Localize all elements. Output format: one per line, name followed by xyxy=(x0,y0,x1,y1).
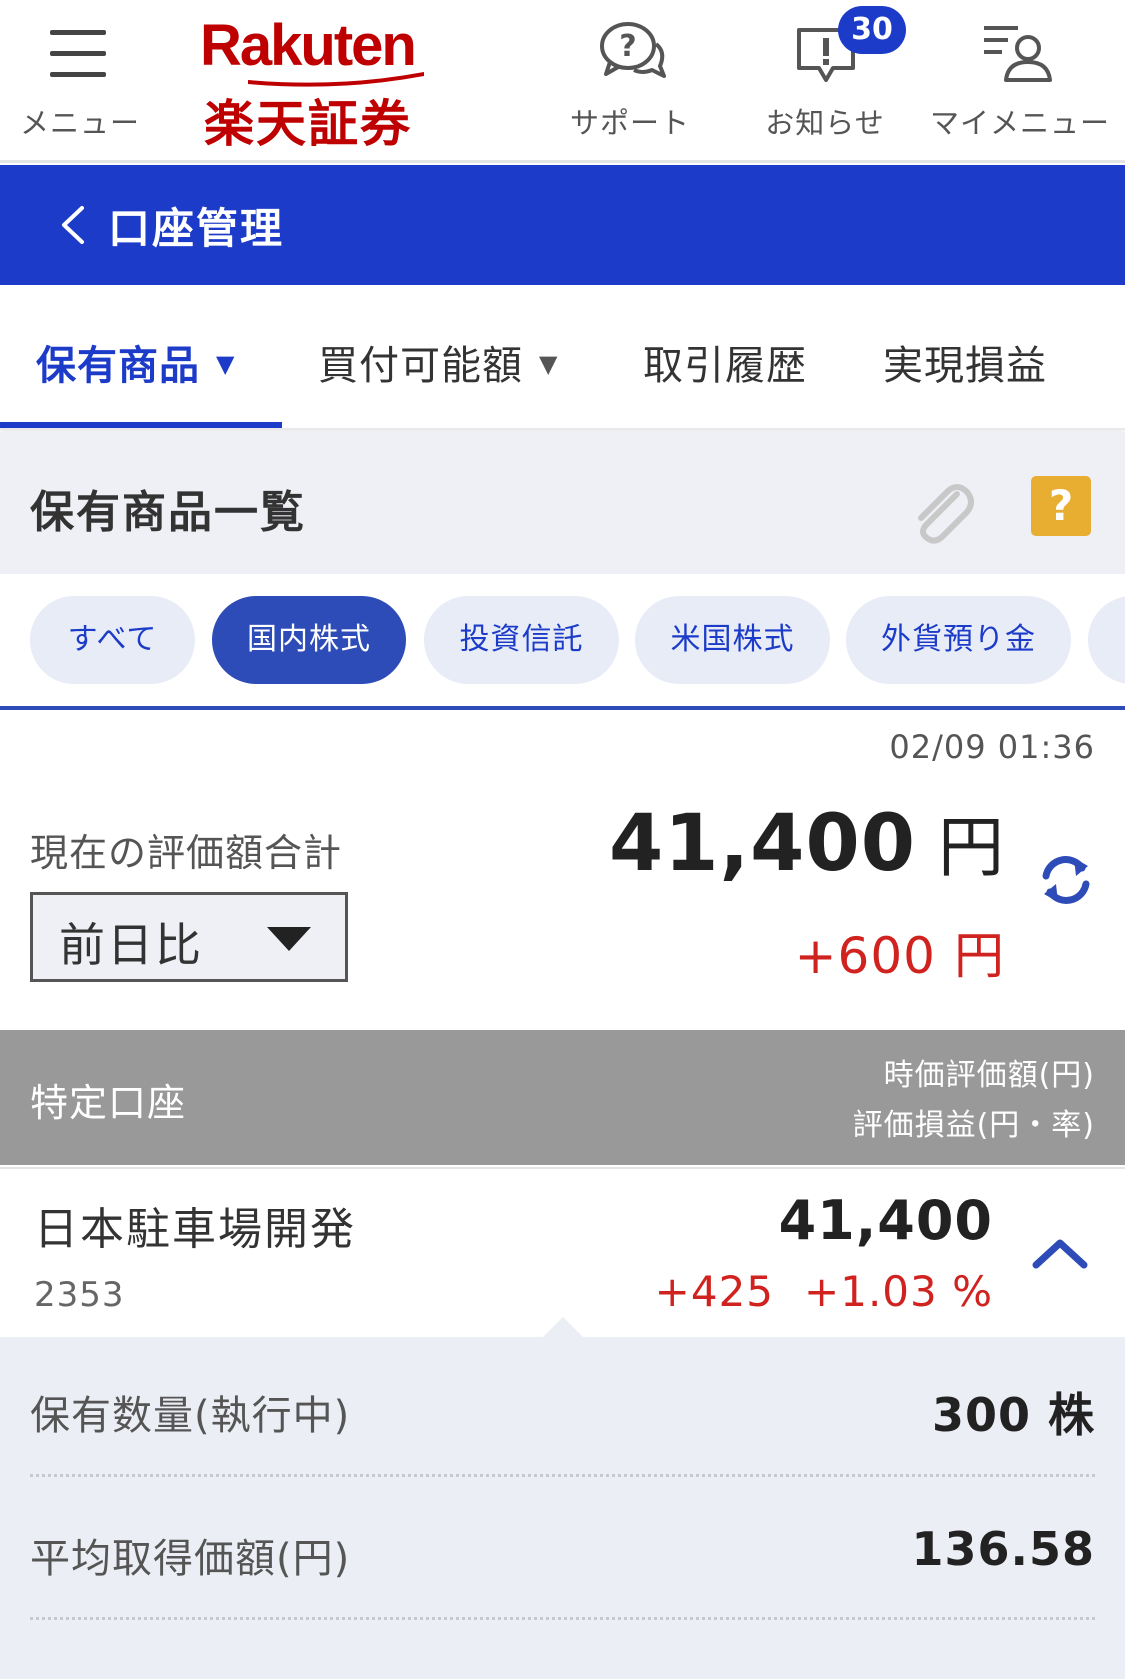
support-button[interactable]: ? サポート xyxy=(560,0,700,160)
rakuten-securities-logo[interactable]: Rakuten 楽天証券 xyxy=(200,12,440,153)
section-title: 保有商品一覧 xyxy=(30,487,306,538)
valuation-summary: 02/09 01:36 現在の評価額合計 41,400 円 前日比 +600 円 xyxy=(0,710,1125,1030)
tab-holdings[interactable]: 保有商品 ▼ xyxy=(36,333,235,391)
detail-label: 保有数量(執行中) xyxy=(30,1393,351,1439)
svg-text:?: ? xyxy=(619,29,636,64)
compare-period-value: 前日比 xyxy=(59,918,203,972)
holding-details-panel: 保有数量(執行中) 300 株 平均取得価額(円) 136.58 xyxy=(0,1317,1125,1679)
news-label: お知らせ xyxy=(765,106,885,140)
category-filter-chips: すべて 国内株式 投資信託 米国株式 外貨預り金 xyxy=(0,574,1125,710)
active-tab-indicator xyxy=(0,422,282,428)
day-change-unit: 円 xyxy=(954,927,1005,985)
stock-name: 日本駐車場開発 xyxy=(34,1204,356,1255)
page-title: 口座管理 xyxy=(108,204,285,253)
hamburger-icon xyxy=(50,30,106,78)
chip-all[interactable]: すべて xyxy=(30,596,195,684)
detail-row-quantity: 保有数量(執行中) 300 株 xyxy=(30,1337,1095,1477)
logo-text-jp: 楽天証券 xyxy=(204,95,412,153)
compare-period-select[interactable]: 前日比 xyxy=(30,892,348,982)
stock-pl-percent: +1.03 % xyxy=(804,1267,993,1316)
panel-pointer xyxy=(541,1317,585,1339)
caret-down-icon: ▼ xyxy=(216,350,236,378)
updated-timestamp: 02/09 01:36 xyxy=(889,728,1095,766)
total-valuation-amount: 41,400 xyxy=(609,799,916,889)
day-change-amount: +600 xyxy=(794,927,936,985)
help-button[interactable]: ? xyxy=(1031,476,1091,536)
stock-market-value: 41,400 xyxy=(778,1189,993,1252)
account-type-header: 特定口座 時価評価額(円) 評価損益(円・率) xyxy=(0,1030,1125,1165)
stock-unrealized-pl: +425 +1.03 % xyxy=(655,1267,993,1316)
tab-trade-history[interactable]: 取引履歴 xyxy=(643,333,807,391)
tab-buying-power[interactable]: 買付可能額 ▼ xyxy=(318,333,558,391)
mymenu-label: マイメニュー xyxy=(930,106,1111,140)
detail-row-avg-cost: 平均取得価額(円) 136.58 xyxy=(30,1480,1095,1620)
tab-realized-pl[interactable]: 実現損益 xyxy=(883,333,1047,391)
chip-domestic-stocks[interactable]: 国内株式 xyxy=(212,596,406,684)
total-valuation-label: 現在の評価額合計 xyxy=(30,831,343,875)
detail-value: 300 株 xyxy=(931,1388,1095,1442)
tab-bar: 保有商品 ▼ 買付可能額 ▼ 取引履歴 実現損益 xyxy=(0,285,1125,430)
support-label: サポート xyxy=(569,106,690,140)
stock-pl-yen: +425 xyxy=(654,1267,775,1316)
holding-row[interactable]: 日本駐車場開発 2353 41,400 +425 +1.03 % xyxy=(0,1167,1125,1337)
menu-label: メニュー xyxy=(19,106,140,140)
detail-label: 平均取得価額(円) xyxy=(30,1536,351,1582)
chip-investment-trusts[interactable]: 投資信託 xyxy=(424,596,619,684)
back-chevron-icon[interactable] xyxy=(58,205,88,245)
account-type-label: 特定口座 xyxy=(30,1081,187,1125)
chip-foreign-currency-deposits[interactable]: 外貨預り金 xyxy=(846,596,1071,684)
unrealized-pl-column-header: 評価損益(円・率) xyxy=(852,1108,1095,1143)
caret-down-icon: ▼ xyxy=(539,350,559,378)
page-title-bar: 口座管理 xyxy=(0,165,1125,285)
mymenu-button[interactable]: マイメニュー xyxy=(930,0,1111,160)
collapse-chevron-up-icon[interactable] xyxy=(1030,1235,1090,1271)
paperclip-icon[interactable] xyxy=(905,472,975,547)
mymenu-user-list-icon xyxy=(984,26,1052,82)
total-valuation-unit: 円 xyxy=(938,809,1005,886)
stock-code: 2353 xyxy=(34,1275,125,1315)
support-chat-icon: ? xyxy=(600,22,666,78)
chip-us-stocks[interactable]: 米国株式 xyxy=(635,596,830,684)
holdings-section-header: 保有商品一覧 ? xyxy=(0,432,1125,574)
logo-text-en: Rakuten xyxy=(200,13,417,78)
chip-more[interactable] xyxy=(1088,596,1125,684)
menu-button[interactable]: メニュー xyxy=(0,0,160,160)
news-count-badge: 30 xyxy=(838,6,906,54)
market-value-column-header: 時価評価額(円) xyxy=(883,1058,1095,1093)
refresh-icon[interactable] xyxy=(1038,852,1094,908)
dropdown-triangle-icon xyxy=(267,927,311,951)
total-valuation-value: 41,400 円 xyxy=(609,794,1005,890)
tab-buying-power-label: 買付可能額 xyxy=(318,343,523,389)
day-change-value: +600 円 xyxy=(795,916,1005,988)
app-header: メニュー Rakuten 楽天証券 ? サポート お知らせ 30 マイメニュー xyxy=(0,0,1125,163)
tab-holdings-label: 保有商品 xyxy=(36,343,200,389)
detail-value: 136.58 xyxy=(911,1522,1095,1576)
